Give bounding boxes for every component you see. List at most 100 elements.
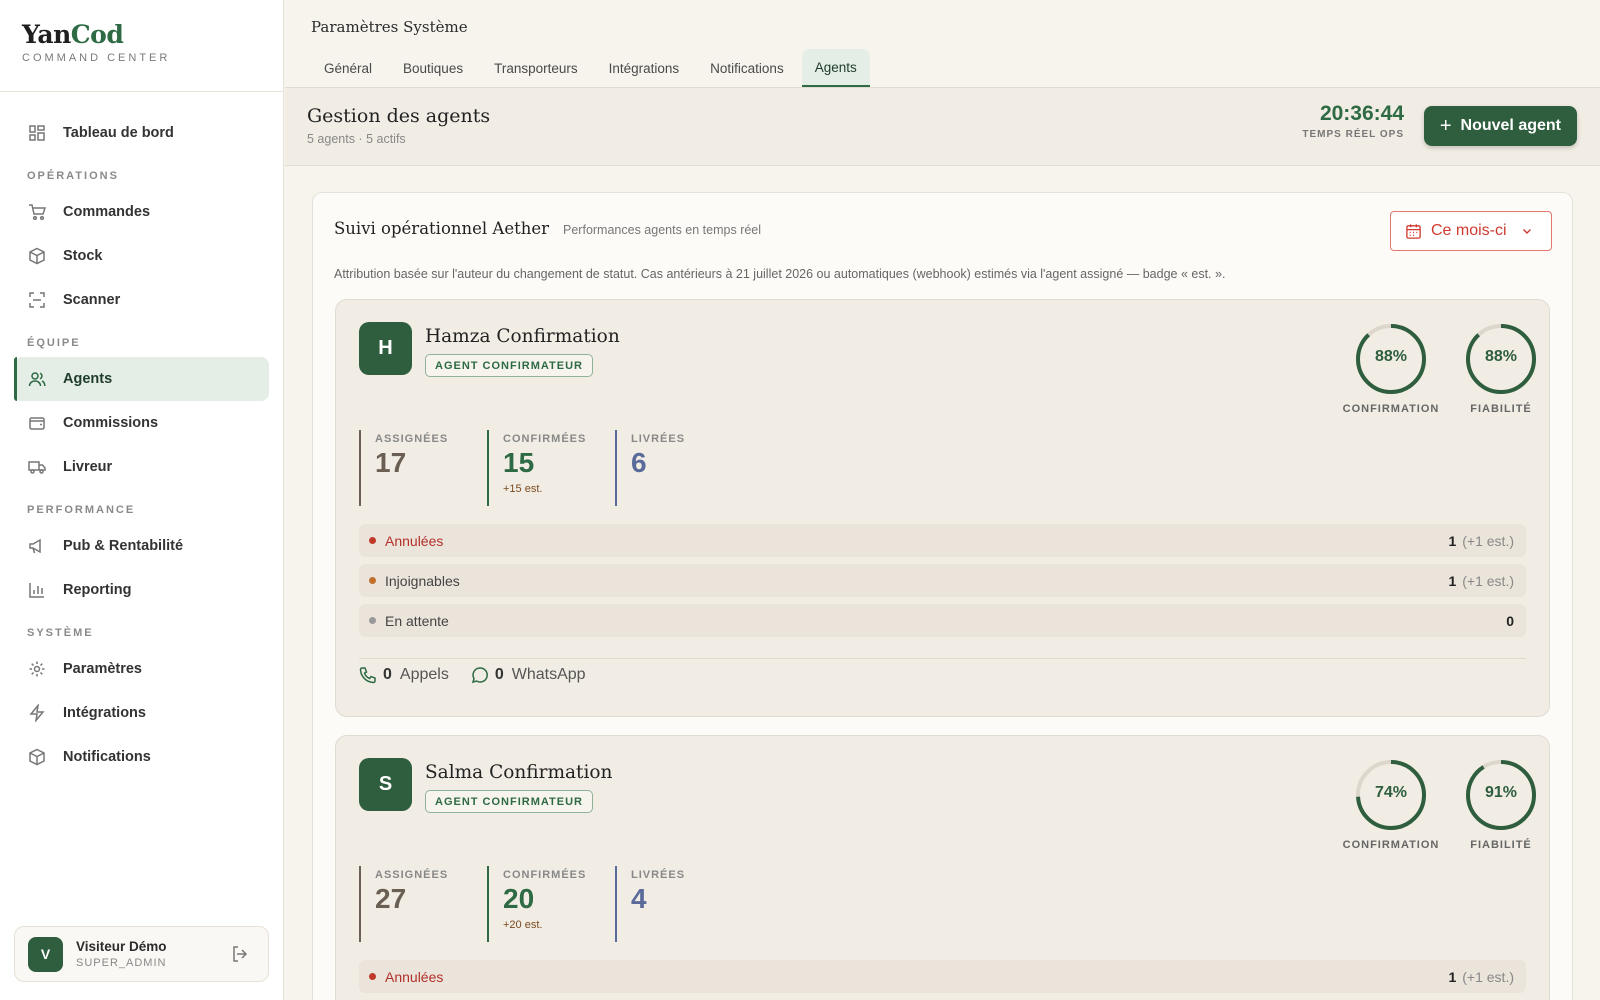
stat-estimate: +15 est. — [503, 483, 543, 495]
stat-value: 17 — [375, 447, 407, 478]
topbar: Paramètres Système Général Boutiques Tra… — [285, 0, 1600, 88]
stat-label: ASSIGNÉES — [375, 869, 449, 881]
status-row-annulees: Annulées 1 (+1 est.) — [359, 960, 1526, 993]
stat-value: 4 — [631, 883, 647, 914]
status-count-wrap: 1 (+1 est.) — [1448, 533, 1514, 549]
realtime-clock: 20:36:44 TEMPS RÉEL OPS — [1302, 102, 1404, 140]
panel-subtitle: Performances agents en temps réel — [563, 223, 762, 237]
megaphone-icon — [27, 536, 47, 556]
tab-agents[interactable]: Agents — [801, 49, 870, 87]
panel-title-row: Suivi opérationnel Aether Performances a… — [334, 219, 1572, 238]
calendar-icon — [1405, 223, 1422, 240]
tab-general[interactable]: Général — [311, 49, 385, 87]
tab-transporteurs[interactable]: Transporteurs — [481, 49, 591, 87]
sidebar-item-parametres[interactable]: Paramètres — [14, 647, 269, 691]
chevron-down-icon — [1521, 225, 1533, 237]
status-count-wrap: 1 (+1 est.) — [1448, 573, 1514, 589]
logout-icon[interactable] — [228, 942, 252, 966]
stat-confirmees: CONFIRMÉES 20 +20 est. — [487, 866, 615, 942]
fiabilite-gauge: 91% FIABILITÉ — [1451, 758, 1551, 851]
status-estimate: (+1 est.) — [1462, 532, 1514, 549]
status-count: 1 — [1448, 968, 1457, 985]
status-row-en-attente: En attente 0 — [359, 604, 1526, 637]
sidebar-item-label: Reporting — [63, 582, 132, 598]
sidebar-item-label: Livreur — [63, 459, 113, 475]
scan-icon — [27, 290, 47, 310]
ops-panel: Suivi opérationnel Aether Performances a… — [312, 192, 1573, 1000]
stat-assignees: ASSIGNÉES 27 — [359, 866, 487, 942]
stat-assignees: ASSIGNÉES 17 — [359, 430, 487, 506]
user-name: Visiteur Démo — [76, 939, 167, 954]
calls-stat: 0 Appels — [359, 666, 449, 684]
panel-header: Suivi opérationnel Aether Performances a… — [313, 193, 1572, 285]
sidebar: YanCod COMMAND CENTER Tableau de bord OP… — [0, 0, 284, 1000]
panel-title: Suivi opérationnel Aether — [334, 219, 550, 238]
brand-logo[interactable]: YanCod — [22, 20, 261, 49]
whatsapp-stat: 0 WhatsApp — [471, 666, 586, 684]
status-count: 1 — [1448, 532, 1457, 549]
bar-chart-icon — [27, 580, 47, 600]
user-card[interactable]: V Visiteur Démo SUPER_ADMIN — [14, 926, 269, 982]
sidebar-item-label: Notifications — [63, 749, 151, 765]
status-label: Annulées — [385, 968, 444, 985]
attribution-note: Attribution basée sur l'auteur du change… — [334, 267, 1226, 281]
sidebar-item-commissions[interactable]: Commissions — [14, 401, 269, 445]
box-icon — [27, 246, 47, 266]
truck-icon — [27, 457, 47, 477]
confirmation-gauge: 88% CONFIRMATION — [1341, 322, 1441, 415]
sidebar-item-label: Commandes — [63, 204, 151, 220]
plus-icon: + — [1439, 114, 1452, 137]
stat-label: CONFIRMÉES — [503, 869, 587, 881]
status-count: 1 — [1448, 572, 1457, 589]
section-header: Gestion des agents 5 agents · 5 actifs 2… — [285, 88, 1600, 166]
agent-role-badge: AGENT CONFIRMATEUR — [425, 790, 593, 813]
nav-section-operations: OPÉRATIONS — [27, 170, 119, 182]
new-agent-button[interactable]: + Nouvel agent — [1423, 106, 1577, 146]
brand-name-part1: Yan — [22, 20, 71, 49]
sidebar-item-integrations[interactable]: Intégrations — [14, 691, 269, 735]
period-value: Ce mois-ci — [1431, 222, 1507, 239]
page-title: Paramètres Système — [311, 18, 468, 36]
sidebar-item-label: Scanner — [63, 292, 121, 308]
stat-value: 27 — [375, 883, 407, 914]
tab-integrations[interactable]: Intégrations — [596, 49, 693, 87]
sidebar-item-commandes[interactable]: Commandes — [14, 190, 269, 234]
agent-role-badge: AGENT CONFIRMATEUR — [425, 354, 593, 377]
sidebar-item-tableau-de-bord[interactable]: Tableau de bord — [14, 111, 269, 155]
status-label: Injoignables — [385, 572, 460, 589]
sidebar-item-reporting[interactable]: Reporting — [14, 568, 269, 612]
period-select[interactable]: Ce mois-ci — [1390, 211, 1552, 251]
divider — [359, 658, 1526, 659]
section-subtitle: 5 agents · 5 actifs — [307, 132, 406, 146]
sidebar-item-livreur[interactable]: Livreur — [14, 445, 269, 489]
sidebar-item-label: Agents — [63, 371, 113, 387]
sidebar-item-label: Paramètres — [63, 661, 142, 677]
whatsapp-count: 0 — [494, 666, 504, 683]
sidebar-item-stock[interactable]: Stock — [14, 234, 269, 278]
calls-label: Appels — [399, 666, 449, 683]
sidebar-item-pub-rentabilite[interactable]: Pub & Rentabilité — [14, 524, 269, 568]
bolt-icon — [27, 703, 47, 723]
stat-confirmees: CONFIRMÉES 15 +15 est. — [487, 430, 615, 506]
agent-name[interactable]: Salma Confirmation — [425, 762, 612, 783]
confirmation-label: CONFIRMATION — [1342, 839, 1440, 851]
confirmation-gauge: 74% CONFIRMATION — [1341, 758, 1441, 851]
fiabilite-value: 88% — [1484, 348, 1518, 365]
new-agent-label: Nouvel agent — [1460, 117, 1561, 134]
sidebar-item-scanner[interactable]: Scanner — [14, 278, 269, 322]
sidebar-item-label: Pub & Rentabilité — [63, 538, 184, 554]
tab-boutiques[interactable]: Boutiques — [390, 49, 476, 87]
sidebar-item-agents[interactable]: Agents — [14, 357, 269, 401]
agent-name[interactable]: Hamza Confirmation — [425, 326, 620, 347]
status-count: 0 — [1506, 612, 1514, 629]
status-dot — [369, 973, 376, 980]
status-estimate: (+1 est.) — [1462, 572, 1514, 589]
whatsapp-label: WhatsApp — [511, 666, 586, 683]
agent-card: S Salma Confirmation AGENT CONFIRMATEUR … — [335, 735, 1550, 1000]
tab-notifications[interactable]: Notifications — [697, 49, 797, 87]
sidebar-item-notifications[interactable]: Notifications — [14, 735, 269, 779]
status-row-annulees: Annulées 1 (+1 est.) — [359, 524, 1526, 557]
sidebar-nav: Tableau de bord OPÉRATIONS Commandes Sto… — [0, 92, 283, 779]
chat-bubble-icon — [471, 666, 489, 684]
status-dot — [369, 577, 376, 584]
